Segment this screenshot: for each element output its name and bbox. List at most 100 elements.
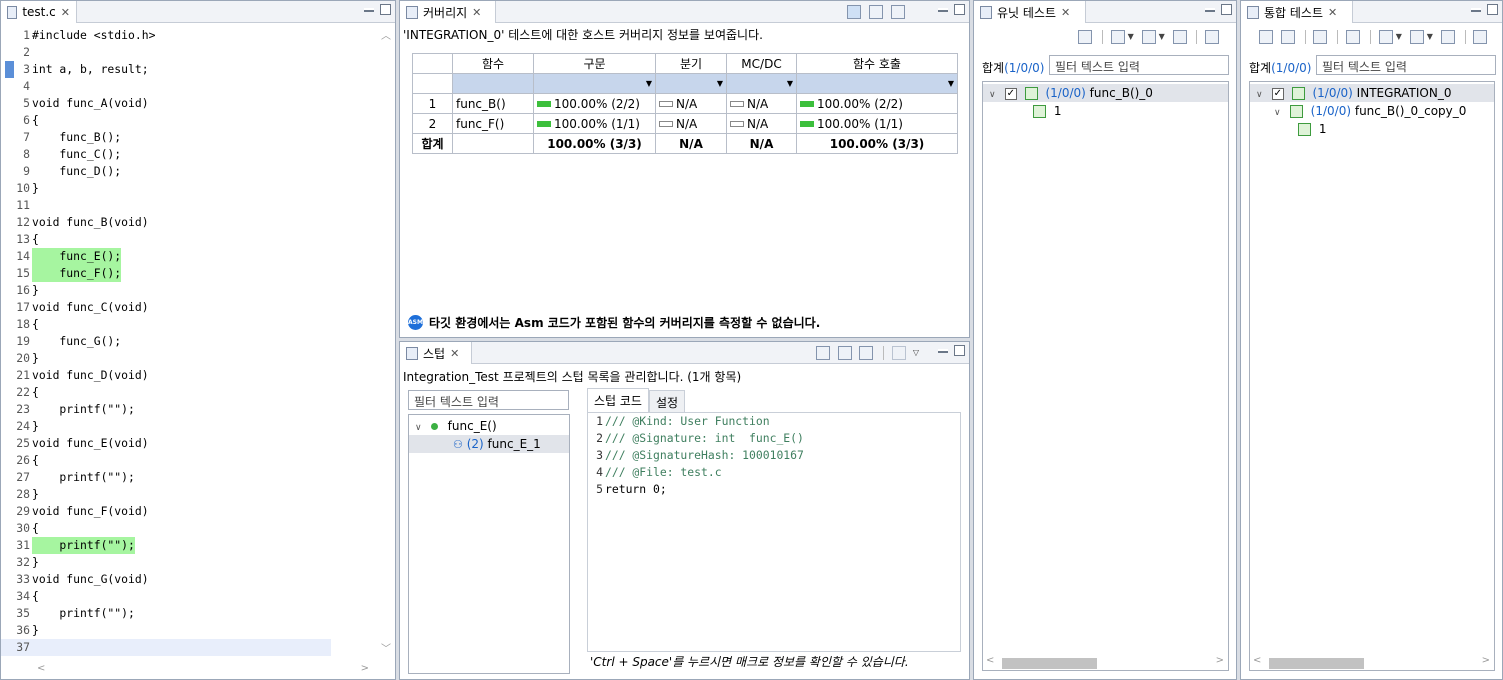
checkbox[interactable]: ✓: [1271, 87, 1284, 100]
scroll-up-icon[interactable]: ︿: [381, 27, 391, 42]
chevron-down-icon[interactable]: ∨: [989, 86, 1001, 104]
minimize-icon[interactable]: [938, 8, 948, 12]
tab-coverage[interactable]: 커버리지 ✕: [400, 1, 496, 23]
stub-filter-input[interactable]: 필터 텍스트 입력: [408, 390, 569, 410]
column-header-call[interactable]: 함수 호출: [796, 53, 958, 74]
refresh-coverage-icon[interactable]: [891, 4, 905, 19]
tree-item-case-1[interactable]: 1: [983, 102, 1228, 120]
chevron-down-icon[interactable]: ∨: [1256, 86, 1268, 104]
code-line[interactable]: 19 func_G();: [1, 333, 375, 350]
unit-filter-input[interactable]: 필터 텍스트 입력: [1049, 55, 1229, 75]
code-line[interactable]: 3 int a, b, result;: [1, 61, 375, 78]
tab-stub[interactable]: 스텁 ✕: [400, 342, 472, 364]
code-area[interactable]: 1 #include <stdio.h> 2 3 int a, b, result; 4 5…: [1, 27, 375, 656]
expand-all-icon[interactable]: [815, 345, 830, 360]
scroll-left-icon[interactable]: <: [37, 663, 45, 674]
checkbox[interactable]: ✓: [1004, 87, 1017, 100]
test-case-icon[interactable]: [1110, 29, 1125, 44]
code-line[interactable]: 32}: [1, 554, 375, 571]
code-line[interactable]: 14 func_E();: [1, 248, 375, 265]
stub-code-editor[interactable]: 1/// @Kind: User Function 2/// @Signature…: [587, 412, 961, 652]
stub-code-line[interactable]: 4/// @File: test.c: [588, 464, 960, 481]
close-icon[interactable]: ✕: [450, 347, 459, 360]
tab-stub-code[interactable]: 스텁 코드: [587, 388, 649, 415]
scroll-right-icon[interactable]: >: [361, 663, 369, 674]
link-editor-icon[interactable]: [859, 345, 874, 360]
code-line[interactable]: 13{: [1, 231, 375, 248]
code-line[interactable]: 8 func_C();: [1, 146, 375, 163]
tab-test-c[interactable]: test.c ✕: [1, 1, 77, 23]
column-header-function[interactable]: 함수: [452, 53, 534, 74]
test-case-icon[interactable]: [1378, 29, 1393, 44]
code-line[interactable]: 31 printf("");: [1, 537, 375, 554]
close-icon[interactable]: ✕: [1061, 6, 1070, 19]
code-line[interactable]: 4: [1, 78, 375, 95]
tree-item-integration-0[interactable]: ∨ ✓ (1/0/0) INTEGRATION_0: [1250, 84, 1494, 102]
chevron-down-icon[interactable]: ∨: [415, 419, 427, 437]
unit-horizontal-scrollbar[interactable]: < >: [984, 655, 1226, 669]
integration-horizontal-scrollbar[interactable]: < >: [1251, 655, 1492, 669]
minimize-icon[interactable]: [1205, 8, 1215, 12]
code-line[interactable]: 10}: [1, 180, 375, 197]
tree-item-func-e-1[interactable]: ⚇ (2) func_E_1: [409, 435, 569, 453]
code-line[interactable]: 1 #include <stdio.h>: [1, 27, 375, 44]
dropdown-arrow-icon[interactable]: ▼: [1396, 32, 1402, 41]
scroll-down-icon[interactable]: ﹀: [381, 640, 391, 655]
code-line[interactable]: 15 func_F();: [1, 265, 375, 282]
tree-item-func-e[interactable]: ∨ func_E(): [409, 417, 569, 435]
run-icon[interactable]: [1205, 29, 1220, 44]
code-line[interactable]: 16}: [1, 282, 375, 299]
column-header-branch[interactable]: 분기: [655, 53, 727, 74]
code-line[interactable]: 23 printf("");: [1, 401, 375, 418]
code-line[interactable]: 12 void func_B(void): [1, 214, 375, 231]
scroll-right-icon[interactable]: >: [1216, 655, 1224, 666]
tree-item-func-b-copy[interactable]: ∨ (1/0/0) func_B()_0_copy_0: [1250, 102, 1494, 120]
code-line[interactable]: 7 func_B();: [1, 129, 375, 146]
export-icon[interactable]: [1440, 29, 1455, 44]
call-filter-dropdown[interactable]: ▼: [796, 73, 958, 94]
scroll-left-icon[interactable]: <: [1253, 655, 1261, 666]
maximize-icon[interactable]: [954, 345, 965, 356]
code-line[interactable]: 33 void func_G(void): [1, 571, 375, 588]
tab-unit-test[interactable]: 유닛 테스트 ✕: [974, 1, 1086, 23]
branch-filter-dropdown[interactable]: ▼: [655, 73, 727, 94]
statement-filter-dropdown[interactable]: ▼: [533, 73, 656, 94]
dropdown-arrow-icon[interactable]: ▼: [1128, 32, 1134, 41]
code-line[interactable]: 18{: [1, 316, 375, 333]
collapse-all-icon[interactable]: [837, 345, 852, 360]
search-icon[interactable]: [1141, 29, 1156, 44]
chevron-down-icon[interactable]: ∨: [1274, 104, 1286, 122]
monitor-icon[interactable]: [1078, 29, 1092, 44]
tree-item-case-1[interactable]: 1: [1250, 120, 1494, 138]
monitor-icon[interactable]: [1346, 29, 1361, 44]
code-line[interactable]: 5 void func_A(void): [1, 95, 375, 112]
maximize-icon[interactable]: [1221, 4, 1232, 15]
code-line[interactable]: 30{: [1, 520, 375, 537]
code-line[interactable]: 34{: [1, 588, 375, 605]
code-line[interactable]: 37: [1, 639, 331, 656]
code-line[interactable]: 20}: [1, 350, 375, 367]
maximize-icon[interactable]: [1487, 4, 1498, 15]
horizontal-scrollbar[interactable]: < >: [31, 663, 375, 677]
minimize-icon[interactable]: [938, 349, 948, 353]
host-coverage-icon[interactable]: [847, 4, 862, 19]
stub-code-line[interactable]: 1/// @Kind: User Function: [588, 413, 960, 430]
dropdown-arrow-icon[interactable]: ▼: [1159, 32, 1165, 41]
tree-item-func-b-0[interactable]: ∨ ✓ (1/0/0) func_B()_0: [983, 84, 1228, 102]
table-row[interactable]: 1 func_B() 100.00% (2/2) N/A N/A 100.00%…: [412, 93, 958, 114]
code-line[interactable]: 25 void func_E(void): [1, 435, 375, 452]
code-line[interactable]: 6{: [1, 112, 375, 129]
close-icon[interactable]: ✕: [1328, 6, 1337, 19]
code-line[interactable]: 17 void func_C(void): [1, 299, 375, 316]
dropdown-arrow-icon[interactable]: ▼: [1427, 32, 1433, 41]
close-icon[interactable]: ✕: [61, 6, 70, 19]
code-line[interactable]: 29 void func_F(void): [1, 503, 375, 520]
close-icon[interactable]: ✕: [472, 6, 481, 19]
mcdc-filter-dropdown[interactable]: ▼: [726, 73, 797, 94]
column-header-statement[interactable]: 구문: [533, 53, 656, 74]
arrow-down-icon[interactable]: [1280, 29, 1295, 44]
save-icon[interactable]: [892, 345, 907, 360]
scroll-left-icon[interactable]: <: [986, 655, 994, 666]
code-line[interactable]: 24}: [1, 418, 375, 435]
target-coverage-icon[interactable]: [869, 4, 884, 19]
